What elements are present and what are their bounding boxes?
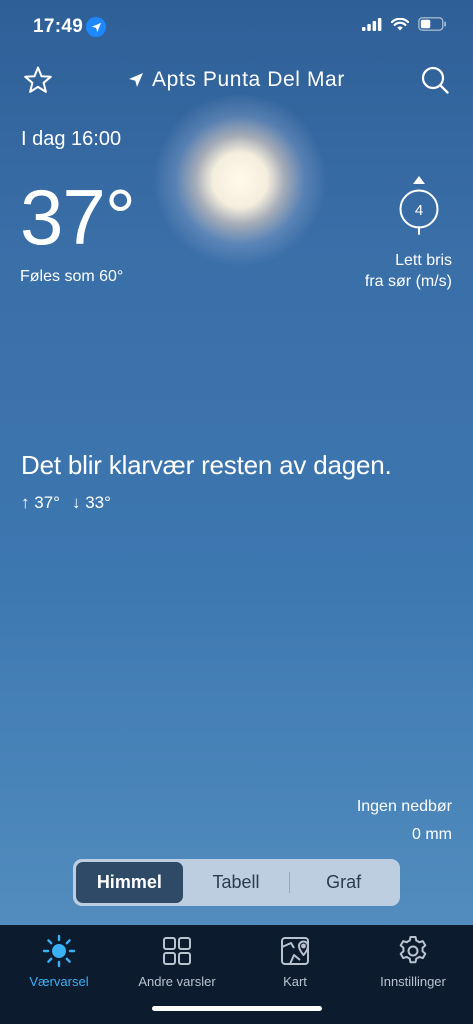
wind-description: Lett bris fra sør (m/s): [365, 250, 452, 292]
tab-andre-varsler[interactable]: Andre varsler: [118, 934, 236, 989]
arrow-up-icon: ↑: [21, 493, 30, 512]
precipitation: Ingen nedbør 0 mm: [357, 793, 452, 849]
status-time: 17:49: [33, 16, 84, 37]
tab-label: Kart: [283, 974, 307, 989]
tab-label: Andre varsler: [138, 974, 216, 989]
wind-speed: 4: [415, 202, 423, 219]
location-arrow-icon: [86, 17, 106, 37]
min-max-temperature: ↑ 37° ↓ 33°: [21, 493, 111, 513]
view-selector: Himmel Tabell Graf: [73, 859, 400, 906]
feels-like: Føles som 60°: [20, 268, 124, 285]
gear-icon: [399, 936, 427, 964]
location-name: Apts Punta Del Mar: [152, 68, 345, 91]
location-selector[interactable]: Apts Punta Del Mar: [0, 68, 473, 92]
precipitation-label: Ingen nedbør: [356, 798, 452, 815]
tab-label: Innstillinger: [380, 974, 446, 989]
wind-description-line1: Lett bris: [395, 252, 452, 269]
high-temperature-value: 37°: [34, 493, 60, 512]
forecast-time: I dag 16:00: [21, 128, 122, 150]
status-icons: [362, 17, 447, 31]
search-icon: [421, 66, 449, 94]
status-bar: 17:49: [0, 0, 473, 52]
segment-tabell[interactable]: Tabell: [183, 862, 290, 903]
wifi-icon: [391, 17, 409, 30]
sun-icon: [150, 95, 330, 265]
precipitation-amount: 0 mm: [412, 826, 452, 843]
low-temperature-value: 33°: [85, 493, 111, 512]
map-icon: [281, 937, 309, 965]
battery-icon: [418, 17, 446, 31]
arrow-down-icon: ↓: [71, 493, 81, 512]
home-indicator[interactable]: [152, 1006, 322, 1011]
sun-icon: [42, 934, 76, 968]
segment-himmel[interactable]: Himmel: [76, 862, 183, 903]
low-temperature: ↓ 33°: [72, 493, 111, 513]
current-temperature: 37°: [20, 173, 136, 261]
forecast-summary: Det blir klarvær resten av dagen.: [21, 450, 392, 480]
top-bar: Apts Punta Del Mar: [0, 62, 473, 100]
segment-graf[interactable]: Graf: [290, 862, 397, 903]
tab-innstillinger[interactable]: Innstillinger: [354, 934, 472, 989]
grid-icon: [163, 937, 191, 965]
tab-kart[interactable]: Kart: [236, 934, 354, 989]
search-button[interactable]: [419, 64, 451, 96]
location-arrow-icon: [129, 73, 144, 87]
high-temperature: ↑ 37°: [21, 493, 60, 513]
wind-description-line2: fra sør (m/s): [364, 273, 452, 290]
wind-direction-icon: 4: [394, 174, 444, 240]
tab-label: Værvarsel: [29, 974, 89, 989]
cellular-signal-icon: [362, 17, 382, 31]
tab-vaervarsel[interactable]: Værvarsel: [0, 934, 118, 989]
